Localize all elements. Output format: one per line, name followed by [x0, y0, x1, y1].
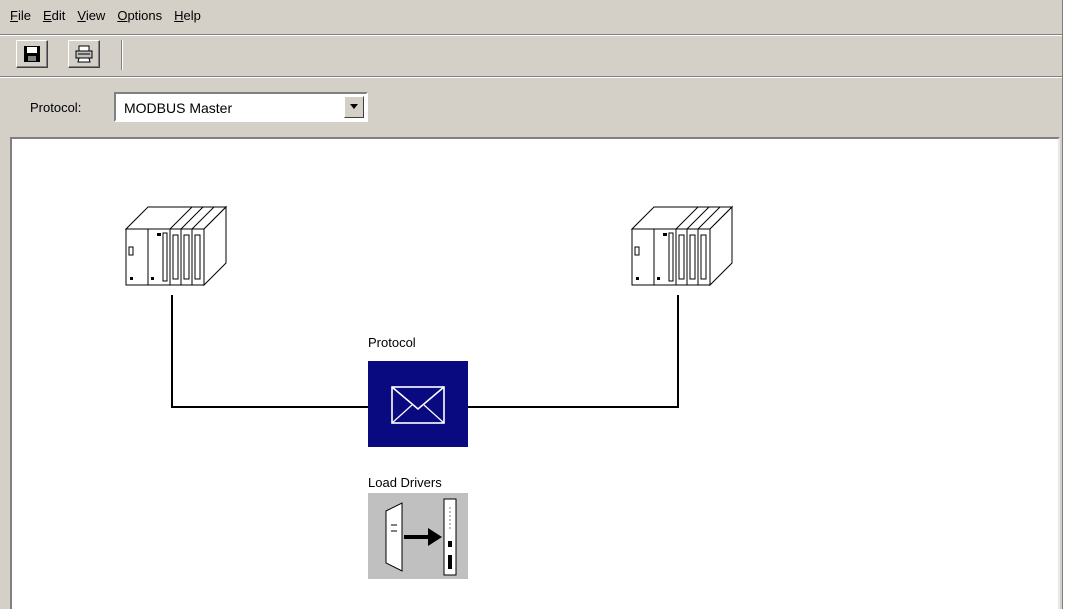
protocol-select[interactable]: MODBUS Master	[114, 92, 368, 122]
chevron-down-icon	[350, 104, 358, 109]
dropdown-button[interactable]	[344, 96, 364, 118]
menu-edit[interactable]: Edit	[43, 8, 65, 23]
menu-options[interactable]: Options	[117, 8, 162, 23]
save-button[interactable]	[16, 40, 48, 68]
floppy-disk-icon	[24, 46, 40, 62]
menu-file[interactable]: File	[10, 8, 31, 23]
toolbar	[0, 38, 1062, 72]
menu-separator	[0, 34, 1062, 36]
right-plc-icon[interactable]	[630, 205, 734, 287]
protocol-label: Protocol:	[30, 100, 82, 115]
right-connection-line	[468, 295, 679, 408]
load-drivers-label: Load Drivers	[368, 475, 442, 490]
network-diagram	[124, 205, 734, 579]
left-connection-line	[171, 295, 368, 408]
protocol-tile-label: Protocol	[368, 335, 416, 350]
printer-icon	[75, 45, 93, 63]
left-plc-icon[interactable]	[124, 205, 228, 287]
menu-help[interactable]: Help	[174, 8, 201, 23]
diagram-canvas: Protocol Load Drivers	[10, 137, 1060, 609]
menu-bar: File Edit View Options Help	[0, 0, 1062, 30]
window-right-edge	[1062, 0, 1075, 609]
load-drivers-icon[interactable]	[368, 493, 468, 579]
print-button[interactable]	[68, 40, 100, 68]
menu-view[interactable]: View	[77, 8, 105, 23]
toolbar-divider	[121, 40, 123, 70]
toolbar-separator	[0, 76, 1062, 78]
protocol-select-value: MODBUS Master	[124, 100, 233, 116]
protocol-envelope-icon[interactable]	[368, 361, 468, 447]
